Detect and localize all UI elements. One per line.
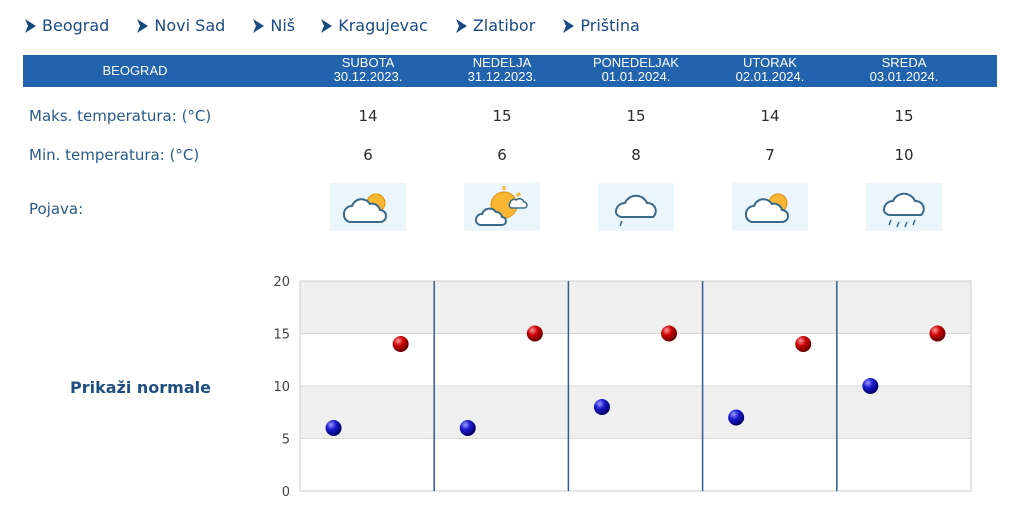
city-navigation: Beograd Novi Sad Niš Kragujevac Zlatibor… xyxy=(24,16,662,36)
max-temp-point xyxy=(795,336,812,352)
day-name: SREDA xyxy=(881,55,927,70)
day-header: UTORAK 02.01.2024. xyxy=(715,56,825,84)
day-name: PONEDELJAK xyxy=(593,55,679,70)
min-temp-value: 6 xyxy=(497,146,507,164)
day-name: UTORAK xyxy=(743,55,797,70)
max-temp-label: Maks. temperatura: (°C) xyxy=(29,107,212,125)
max-temp-value: 15 xyxy=(626,107,646,125)
day-name: NEDELJA xyxy=(472,55,532,70)
max-temp-value: 14 xyxy=(760,107,780,125)
max-temp-point xyxy=(661,325,678,342)
max-temp-value: 14 xyxy=(358,107,378,125)
city-link-label: Niš xyxy=(270,16,296,35)
city-link-novi-sad[interactable]: Novi Sad xyxy=(136,16,225,36)
day-header: PONEDELJAK 01.01.2024. xyxy=(581,56,691,84)
arrow-right-icon xyxy=(455,16,467,36)
max-temp-point xyxy=(392,336,409,352)
min-temp-value: 8 xyxy=(631,146,641,164)
forecast-table-header: BEOGRAD SUBOTA 30.12.2023. NEDELJA 31.12… xyxy=(23,55,997,87)
grid-band xyxy=(300,438,971,491)
y-tick-label: 15 xyxy=(273,328,290,343)
city-link-zlatibor[interactable]: Zlatibor xyxy=(455,16,535,36)
arrow-right-icon xyxy=(136,16,149,36)
city-link-nis[interactable]: Niš xyxy=(252,16,295,36)
city-link-label: Kragujevac xyxy=(338,16,428,35)
city-link-label: Priština xyxy=(580,16,640,35)
day-date: 03.01.2024. xyxy=(869,69,939,84)
show-normals-button[interactable]: Prikaži normale xyxy=(70,378,211,397)
day-header: SUBOTA 30.12.2023. xyxy=(313,56,423,84)
cloud-rain-icon xyxy=(866,183,942,231)
min-temp-point xyxy=(325,420,342,436)
y-tick-label: 10 xyxy=(273,380,290,395)
city-link-label: Beograd xyxy=(42,16,110,35)
phenomenon-label: Pojava: xyxy=(29,200,84,218)
max-temp-point xyxy=(929,325,946,342)
city-link-kragujevac[interactable]: Kragujevac xyxy=(320,16,428,36)
min-temp-point xyxy=(593,399,610,415)
min-temp-value: 10 xyxy=(894,146,914,164)
city-link-pristina[interactable]: Priština xyxy=(562,16,640,36)
y-tick-label: 5 xyxy=(282,433,290,448)
arrow-right-icon xyxy=(252,16,265,36)
partly-cloudy-icon xyxy=(330,183,406,231)
min-temp-label: Min. temperatura: (°C) xyxy=(29,146,200,164)
day-date: 02.01.2024. xyxy=(735,69,805,84)
min-temp-value: 7 xyxy=(765,146,775,164)
city-link-label: Novi Sad xyxy=(154,16,226,35)
min-temp-point xyxy=(728,409,745,426)
arrow-right-icon xyxy=(562,16,575,36)
city-header: BEOGRAD xyxy=(102,63,168,78)
min-temp-point xyxy=(459,420,476,436)
min-temp-value: 6 xyxy=(363,146,373,164)
day-date: 30.12.2023. xyxy=(333,69,403,84)
day-header: NEDELJA 31.12.2023. xyxy=(447,56,557,84)
cloud-drizzle-icon xyxy=(598,183,674,231)
mostly-sunny-icon xyxy=(464,183,540,231)
arrow-right-icon xyxy=(24,16,36,36)
max-temp-value: 15 xyxy=(492,107,512,125)
grid-band xyxy=(300,281,971,334)
day-date: 31.12.2023. xyxy=(467,69,537,84)
y-tick-label: 0 xyxy=(282,485,290,500)
day-date: 01.01.2024. xyxy=(601,69,671,84)
max-temp-value: 15 xyxy=(894,107,914,125)
city-link-beograd[interactable]: Beograd xyxy=(24,16,109,36)
y-tick-label: 20 xyxy=(273,275,290,290)
city-link-label: Zlatibor xyxy=(472,16,536,35)
arrow-right-icon xyxy=(320,16,333,36)
day-name: SUBOTA xyxy=(341,55,395,70)
min-temp-point xyxy=(862,378,879,394)
day-header: SREDA 03.01.2024. xyxy=(849,56,959,84)
max-temp-point xyxy=(526,325,543,342)
temperature-chart: 0 5 10 15 20 xyxy=(273,275,972,500)
partly-cloudy-icon xyxy=(732,183,808,231)
